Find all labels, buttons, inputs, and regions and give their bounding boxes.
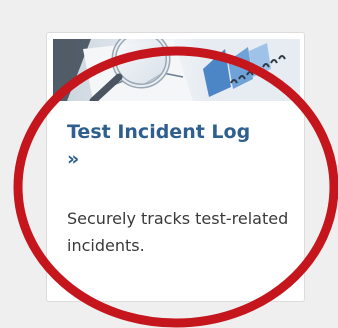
magnifying-glass-chart-icon xyxy=(53,39,300,101)
page-background: Test Incident Log » Securely tracks test… xyxy=(0,0,338,328)
incident-log-card[interactable]: Test Incident Log » Securely tracks test… xyxy=(46,32,305,302)
card-description: Securely tracks test-related incidents. xyxy=(67,209,289,255)
card-thumbnail xyxy=(53,39,300,101)
card-title-link[interactable]: Test Incident Log » xyxy=(67,119,267,173)
